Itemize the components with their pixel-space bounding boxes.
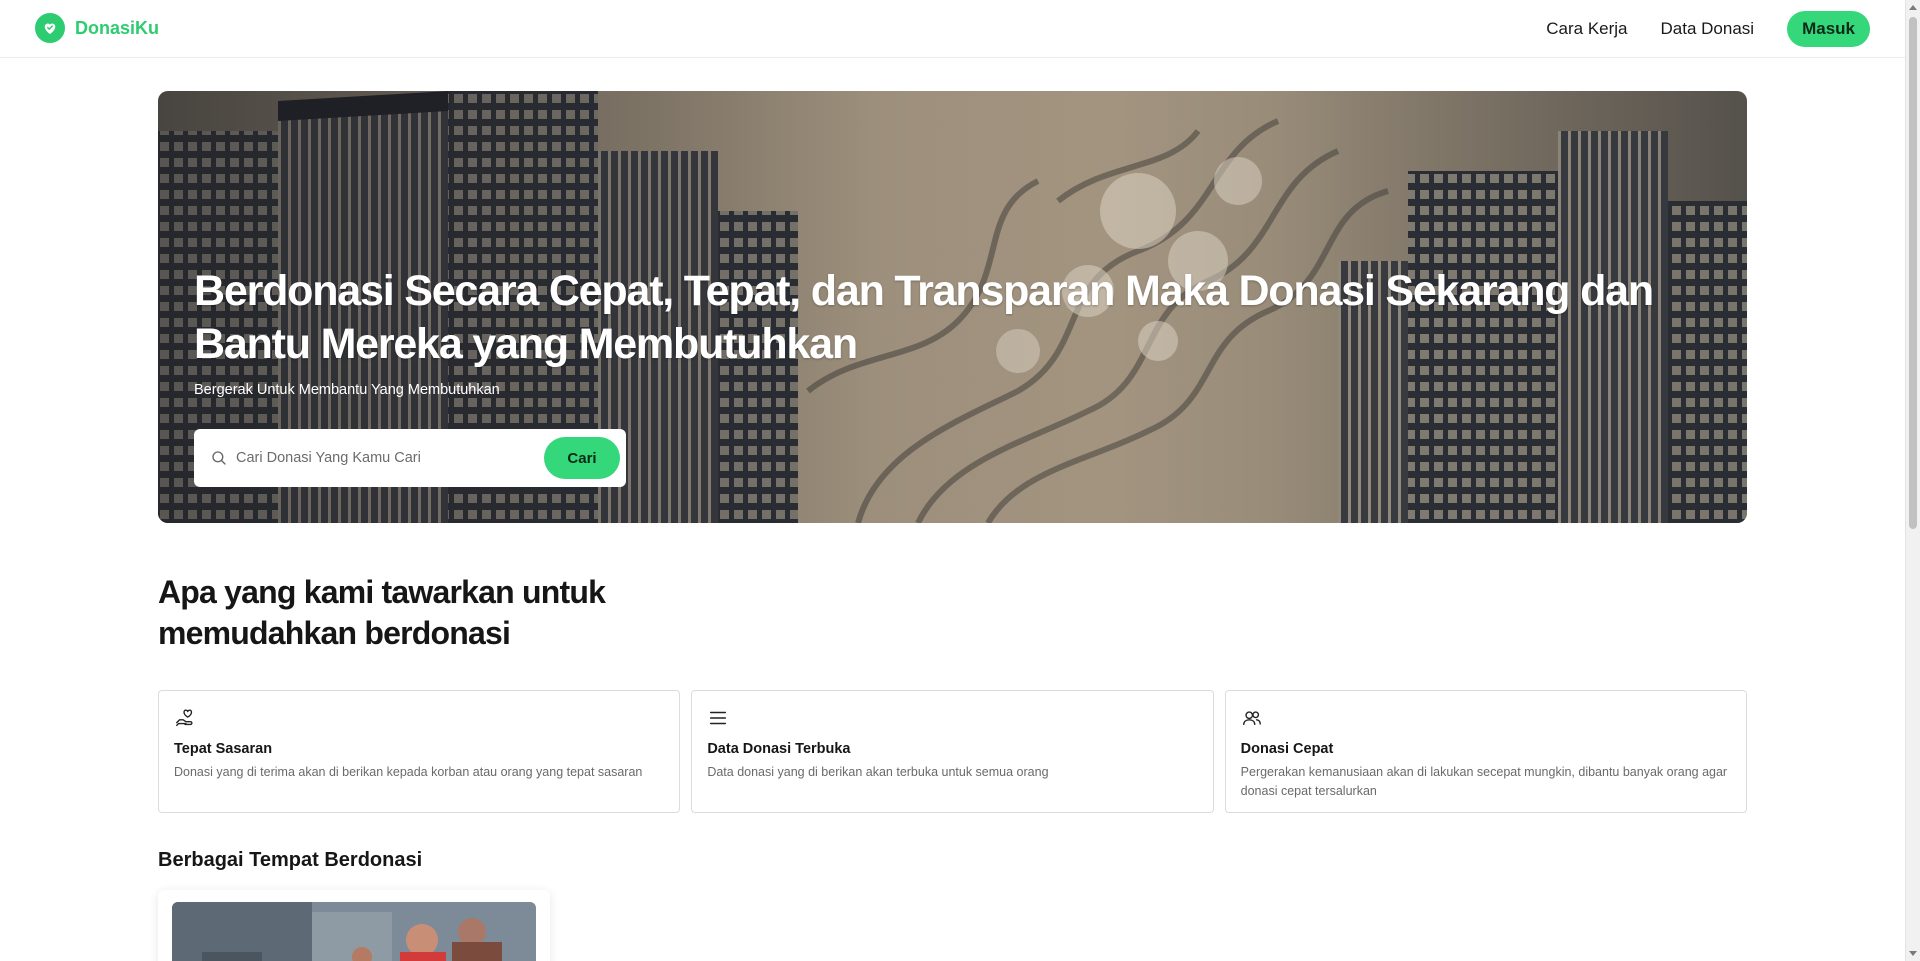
card-title: Tepat Sasaran [174,741,273,757]
search-icon [212,451,226,465]
scroll-thumb[interactable] [1909,17,1917,529]
nav-link-cara-kerja[interactable]: Cara Kerja [1546,19,1627,39]
card-description: Data donasi yang di berikan akan terbuka… [707,765,1049,779]
users-icon [1242,711,1261,726]
offer-card-donasi-cepat: Donasi Cepat Pergerakan kemanusiaan akan… [1224,690,1747,813]
login-button[interactable]: Masuk [1787,11,1870,47]
heart-hand-icon [35,13,65,43]
hero-title: Berdonasi Secara Cepat, Tepat, dan Trans… [194,267,1654,368]
hero-subtitle: Bergerak Untuk Membantu Yang Membutuhkan [194,382,500,398]
offer-card-data-donasi-terbuka: Data Donasi Terbuka Data donasi yang di … [691,690,1214,813]
card-title: Donasi Cepat [1240,741,1334,757]
offers-heading: Apa yang kami tawarkan untuk memudahkan … [158,574,606,651]
page-scrollbar[interactable] [1905,0,1920,961]
offer-card-tepat-sasaran: Tepat Sasaran Donasi yang di terima akan… [158,690,681,813]
places-heading: Berbagai Tempat Berdonasi [158,849,423,871]
donation-place-card[interactable] [158,890,550,961]
brand-name: DonasiKu [75,17,160,38]
card-description: Pergerakan kemanusiaan akan di lakukan s… [1240,765,1728,798]
offer-cards: Tepat Sasaran Donasi yang di terima akan… [158,690,1747,813]
search-input[interactable] [236,450,536,466]
nav-link-data-donasi[interactable]: Data Donasi [1661,19,1755,39]
brand-logo-link[interactable]: DonasiKu [35,13,159,43]
nav-links: Cara Kerja Data Donasi Masuk [1546,11,1870,47]
card-title: Data Donasi Terbuka [707,741,851,757]
list-icon [710,711,727,725]
scroll-up-arrow-icon[interactable] [1909,5,1917,10]
top-navbar: DonasiKu Cara Kerja Data Donasi Masuk [0,0,1905,58]
hand-heart-icon [176,709,193,727]
scroll-down-arrow-icon[interactable] [1909,951,1917,956]
donation-place-image [172,902,536,961]
card-description: Donasi yang di terima akan di berikan ke… [174,765,643,779]
search-bar: Cari [194,429,626,487]
search-button[interactable]: Cari [544,437,620,479]
hero-banner: Berdonasi Secara Cepat, Tepat, dan Trans… [158,91,1747,523]
